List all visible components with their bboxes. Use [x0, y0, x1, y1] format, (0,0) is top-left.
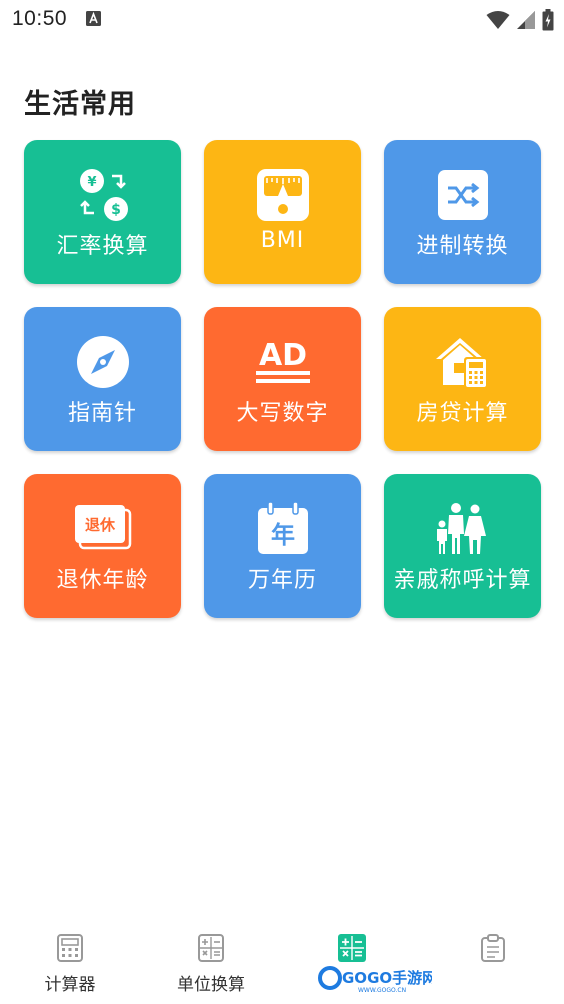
tab-label: 计算器 — [44, 975, 96, 995]
dollar-symbol: $ — [111, 202, 121, 218]
house-loan-icon — [434, 333, 492, 391]
tools-icon — [338, 934, 366, 962]
ad-text: AD — [258, 338, 306, 373]
calculator-icon — [57, 934, 83, 962]
tile-label: 指南针 — [67, 401, 137, 426]
watermark-subtext: WWW.GOGO.CN — [358, 987, 406, 994]
clipboard-icon — [481, 934, 505, 962]
tile-uppercase-digits[interactable]: AD 大写数字 — [204, 307, 361, 451]
status-icons — [486, 9, 554, 31]
wifi-icon — [486, 11, 510, 29]
unit-convert-icon — [198, 934, 224, 962]
section-title: 生活常用 — [24, 89, 136, 120]
tab-label: 单位换算 — [177, 975, 245, 995]
tile-retirement-age[interactable]: 退休 退休年龄 — [24, 474, 181, 618]
tile-compass[interactable]: 指南针 — [24, 307, 181, 451]
signal-icon — [517, 11, 535, 29]
tile-label: 大写数字 — [236, 401, 329, 426]
base-convert-icon — [434, 166, 492, 224]
tab-unit-convert[interactable]: 单位换算 — [161, 920, 261, 1004]
tile-label: 万年历 — [247, 568, 317, 593]
tile-label: BMI — [260, 228, 305, 253]
calendar-icon: 年 — [254, 500, 312, 558]
tab-clipboard[interactable] — [443, 920, 543, 1004]
tile-house-loan[interactable]: 房贷计算 — [384, 307, 541, 451]
watermark-text: GOGO手游网 — [342, 969, 432, 987]
family-icon — [434, 500, 492, 558]
tile-calendar[interactable]: 年 万年历 — [204, 474, 361, 618]
status-bar: 10:50 — [0, 0, 564, 40]
scale-icon — [254, 166, 312, 224]
tile-label: 退休年龄 — [56, 568, 149, 593]
battery-icon — [542, 9, 554, 31]
year-text: 年 — [271, 521, 295, 549]
notification-a-icon — [86, 11, 101, 26]
status-time: 10:50 — [12, 7, 68, 30]
bottom-tab-bar: 计算器 单位换算 — [0, 920, 564, 1004]
compass-icon — [74, 333, 132, 391]
tile-bmi[interactable]: BMI — [204, 140, 361, 284]
retirement-icon: 退休 — [74, 500, 132, 558]
tile-label: 房贷计算 — [416, 401, 509, 426]
uppercase-digits-icon: AD — [254, 333, 312, 391]
tools-grid: ¥ $ 汇率换算 BMI 进制转换 指南针 AD 大写数字 房贷计算 退休 退休… — [24, 140, 541, 618]
tab-calculator[interactable]: 计算器 — [20, 920, 120, 1004]
currency-exchange-icon: ¥ $ — [74, 166, 132, 224]
tile-label: 亲戚称呼计算 — [393, 568, 532, 593]
yuan-symbol: ¥ — [87, 175, 96, 190]
tile-base-convert[interactable]: 进制转换 — [384, 140, 541, 284]
tile-exchange-rate[interactable]: ¥ $ 汇率换算 — [24, 140, 181, 284]
tile-relative-title[interactable]: 亲戚称呼计算 — [384, 474, 541, 618]
tile-label: 进制转换 — [416, 234, 509, 259]
watermark-logo: GOGO手游网 WWW.GOGO.CN — [318, 966, 432, 994]
tile-label: 汇率换算 — [56, 234, 149, 259]
retire-text: 退休 — [84, 516, 115, 534]
